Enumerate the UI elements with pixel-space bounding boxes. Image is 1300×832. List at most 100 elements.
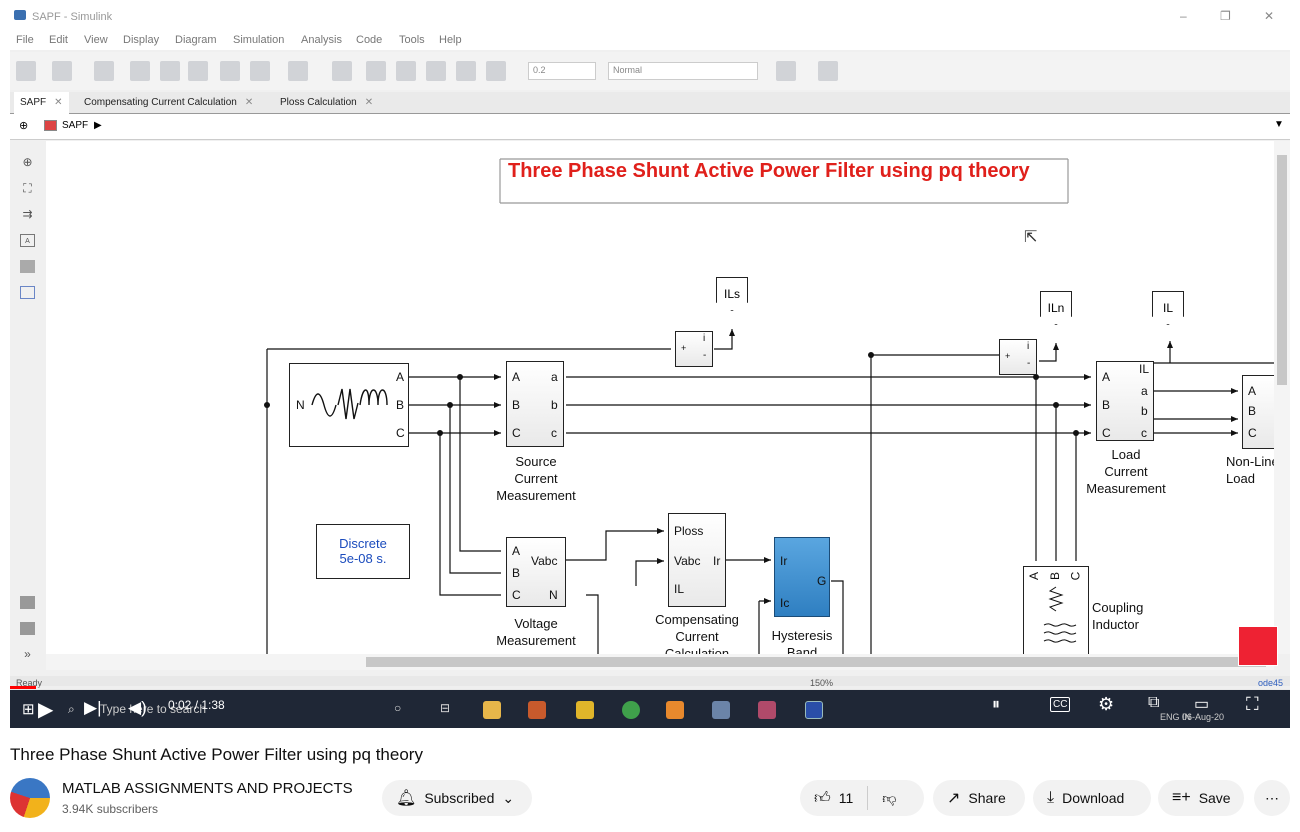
menu-code[interactable]: Code [356, 34, 382, 46]
hysteresis-band-block[interactable]: Ir Ic G [774, 537, 830, 617]
powergui-block[interactable]: Discrete 5e-08 s. [316, 524, 410, 579]
chrome-icon[interactable] [622, 701, 640, 719]
settings-icon[interactable] [250, 61, 270, 81]
subscribed-button[interactable]: 🔔︎ Subscribed ⌄ [382, 780, 532, 816]
menu-view[interactable]: View [84, 34, 108, 46]
annotation-icon[interactable]: A [20, 234, 35, 247]
more-icon[interactable]: » [20, 648, 35, 661]
coupling-inductor-block[interactable]: A B C [1023, 566, 1089, 654]
autoplay-toggle-icon[interactable]: ⏸ [992, 696, 1000, 714]
like-button[interactable]: 👍︎ 11 [800, 786, 869, 810]
scroll-thumb[interactable] [366, 657, 1266, 667]
horizontal-scrollbar[interactable] [46, 654, 1274, 670]
window-icon[interactable] [712, 701, 730, 719]
back-icon[interactable] [130, 61, 150, 81]
image-icon[interactable] [20, 260, 35, 273]
channel-name[interactable]: MATLAB ASSIGNMENTS AND PROJECTS [62, 780, 353, 797]
menu-edit[interactable]: Edit [49, 34, 68, 46]
vertical-scrollbar[interactable] [1274, 141, 1290, 654]
scroll-thumb[interactable] [1277, 155, 1287, 385]
three-phase-source-block[interactable]: N A B C [289, 363, 409, 447]
save-button[interactable]: ≡+ Save [1158, 780, 1244, 816]
search-icon[interactable]: ⌕ [68, 702, 75, 717]
miniplayer-icon[interactable]: ⧉ [1148, 694, 1159, 712]
record-icon[interactable] [486, 61, 506, 81]
open-icon[interactable] [52, 61, 72, 81]
close-tab-icon[interactable]: ✕ [365, 97, 373, 108]
compensating-current-block[interactable]: Ploss Vabc IL Ir [668, 513, 726, 607]
notes-icon[interactable] [576, 701, 594, 719]
camera-icon[interactable] [20, 596, 35, 609]
explorer-icon[interactable] [20, 622, 35, 635]
share-button[interactable]: ↗ Share [933, 780, 1025, 816]
captions-icon[interactable]: CC [1050, 697, 1071, 712]
step-back-icon[interactable] [332, 61, 352, 81]
hide-browser-icon[interactable]: ⊕ [19, 119, 28, 132]
chart-icon[interactable] [818, 61, 838, 81]
paint-icon[interactable] [758, 701, 776, 719]
next-icon[interactable]: ▶| [84, 698, 102, 718]
library-icon[interactable] [220, 61, 240, 81]
run-icon[interactable] [396, 61, 416, 81]
fullscreen-icon[interactable]: ⛶ [1246, 694, 1259, 715]
model-canvas[interactable]: Three Phase Shunt Active Power Filter us… [46, 141, 1274, 654]
nonlinear-load-block[interactable]: A B C [1242, 375, 1274, 449]
sum-block-source[interactable]: + i - [675, 331, 713, 367]
windows-icon[interactable]: ⊞ [22, 700, 35, 718]
area-icon[interactable] [20, 286, 35, 299]
play-icon[interactable] [426, 61, 446, 81]
port-a: A [396, 370, 405, 384]
fit-view-icon[interactable]: ⛶ [20, 182, 35, 195]
progress-bar[interactable] [10, 686, 1290, 689]
forward-icon[interactable] [160, 61, 180, 81]
zoom-icon[interactable]: ⊕ [20, 156, 35, 169]
stop-time-input[interactable]: 0.2 [528, 62, 596, 80]
grid-icon[interactable] [288, 61, 308, 81]
tab-compensating-current[interactable]: Compensating Current Calculation ✕ [78, 92, 259, 114]
close-tab-icon[interactable]: ✕ [245, 97, 253, 108]
arrow-icon[interactable]: ⇉ [20, 208, 35, 221]
download-button[interactable]: ⤓ Download [1033, 780, 1151, 816]
tab-sapf[interactable]: SAPF ✕ [14, 92, 69, 114]
minimize-icon[interactable]: – [1180, 9, 1187, 23]
load-current-measurement-block[interactable]: A B C IL a b c [1096, 361, 1154, 441]
simulink-taskbar-icon[interactable] [805, 701, 823, 719]
stop-icon[interactable] [456, 61, 476, 81]
volume-icon[interactable]: ◀) [128, 698, 147, 718]
close-tab-icon[interactable]: ✕ [54, 97, 62, 108]
voltage-measurement-block[interactable]: A B C Vabc N [506, 537, 566, 607]
video-player[interactable]: SAPF - Simulink – ❐ ✕ File Edit View Dis… [10, 0, 1290, 728]
up-icon[interactable] [188, 61, 208, 81]
menu-tools[interactable]: Tools [399, 34, 425, 46]
more-actions-button[interactable]: ⋯ [1254, 780, 1290, 816]
tab-ploss[interactable]: Ploss Calculation ✕ [274, 92, 379, 114]
menu-diagram[interactable]: Diagram [175, 34, 217, 46]
source-current-measurement-block[interactable]: A B C a b c [506, 361, 564, 447]
model-title[interactable]: Three Phase Shunt Active Power Filter us… [508, 160, 1030, 183]
sum-block-load[interactable]: + i - [999, 339, 1037, 375]
dislike-button[interactable]: 👎︎ [868, 790, 910, 807]
menu-help[interactable]: Help [439, 34, 462, 46]
cortana-icon[interactable]: ○ [394, 701, 401, 715]
close-icon[interactable]: ✕ [1264, 9, 1274, 23]
sim-mode-select[interactable]: Normal [608, 62, 758, 80]
menu-display[interactable]: Display [123, 34, 159, 46]
menu-simulation[interactable]: Simulation [233, 34, 284, 46]
breadcrumb[interactable]: SAPF [62, 120, 88, 131]
menu-file[interactable]: File [16, 34, 34, 46]
theater-mode-icon[interactable]: ▭ [1194, 694, 1209, 714]
matlab-icon[interactable] [528, 701, 546, 719]
file-explorer-icon[interactable] [483, 701, 501, 719]
step-icon[interactable] [366, 61, 386, 81]
settings-gear-icon[interactable]: ⚙ [1098, 694, 1114, 715]
play-icon[interactable]: ▶ [38, 697, 53, 722]
maximize-icon[interactable]: ❐ [1220, 9, 1231, 23]
menu-analysis[interactable]: Analysis [301, 34, 342, 46]
task-view-icon[interactable]: ⊟ [440, 701, 450, 715]
chevron-down-icon[interactable]: ▼ [1274, 119, 1284, 130]
new-model-icon[interactable] [16, 61, 36, 81]
debug-icon[interactable] [776, 61, 796, 81]
save-icon[interactable] [94, 61, 114, 81]
app-icon[interactable] [666, 701, 684, 719]
channel-avatar[interactable] [10, 778, 50, 818]
